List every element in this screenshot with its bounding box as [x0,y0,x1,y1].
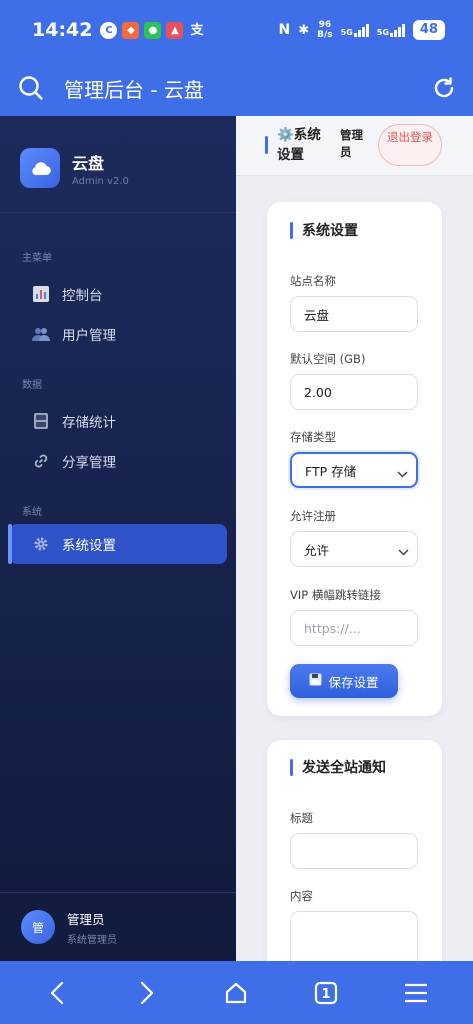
signal-icon: 5G [377,23,405,37]
section-label: 系统 [22,507,42,518]
active-indicator [8,524,12,564]
section-label: 数据 [22,380,42,391]
app-bar: 管理后台 - 云盘 [0,60,473,116]
settings-card: 系统设置 站点名称 云盘 默认空间 (GB) 2.00 存储类型 FTP 存储 … [267,202,442,716]
search-icon[interactable] [18,75,44,101]
admin-label: 管理员 [340,128,363,159]
card-header: 系统设置 [290,220,358,240]
main-content: ⚙️系统设置 管理员 退出登录 系统设置 站点名称 云盘 默认空间 (GB) 2… [236,116,473,961]
tabs-icon[interactable]: 1 [306,973,346,1013]
user-name: 管理员 [67,911,105,927]
content-header: ⚙️系统设置 管理员 退出登录 [236,116,473,176]
brand: 云盘 Admin v2.0 [0,116,236,198]
refresh-icon[interactable] [431,75,457,101]
status-bar: 14:42 C ◆ ● ▲ 支 N ✱ 96 B/s 5G 5G 48 [0,0,473,60]
page-title: 管理后台 - 云盘 [64,77,204,102]
vip-link-input[interactable]: https://... [290,610,418,646]
gear-icon [32,535,50,553]
save-settings-button[interactable]: 保存设置 [290,664,398,698]
brand-name: 云盘 [72,153,105,173]
vip-link-label: VIP 横幅跳转链接 [290,588,381,602]
notify-title-label: 标题 [290,811,313,825]
title-accent [265,136,268,154]
net-speed: 96 B/s [317,20,333,40]
signal-icon: 5G [341,23,369,37]
browser-bottom-nav: 1 [0,961,473,1024]
notify-content-textarea[interactable] [290,911,418,961]
card-title: 发送全站通知 [302,760,386,776]
cloud-icon [20,148,60,188]
logout-button[interactable]: 退出登录 [378,124,442,166]
app-notification-icon: ▲ [166,21,184,39]
brand-version: Admin v2.0 [72,175,129,187]
bluetooth-icon: ✱ [298,22,310,38]
section-label: 主菜单 [22,253,52,264]
floppy-icon [309,673,322,689]
notify-content-label: 内容 [290,889,313,903]
status-indicators: N ✱ 96 B/s 5G 5G 48 [278,20,445,40]
sidebar-item-settings[interactable]: 系统设置 [8,524,227,564]
sidebar-item-share[interactable]: 分享管理 [0,441,236,481]
status-time: 14:42 [32,19,93,41]
status-app-icons: C ◆ ● ▲ 支 [100,21,205,39]
sidebar-item-users[interactable]: 用户管理 [0,314,236,354]
card-title: 系统设置 [302,223,358,239]
card-header: 发送全站通知 [290,757,386,777]
back-icon[interactable] [37,973,77,1013]
default-space-input[interactable]: 2.00 [290,374,418,410]
storage-icon [32,412,50,430]
menu-icon[interactable] [396,973,436,1013]
avatar[interactable]: 管 [21,910,55,944]
app-notification-icon: ◆ [122,21,140,39]
nfc-icon: N [278,22,291,38]
notify-card: 发送全站通知 标题 内容 [267,740,442,961]
app-notification-icon: C [100,21,118,39]
chart-icon [32,285,50,303]
default-space-label: 默认空间 (GB) [290,352,366,366]
alipay-icon: 支 [190,22,204,38]
sidebar-item-dashboard[interactable]: 控制台 [0,274,236,314]
link-icon [32,452,50,470]
svg-text:1: 1 [322,987,331,1002]
content-title: ⚙️系统设置 [277,127,321,163]
allow-register-label: 允许注册 [290,509,336,523]
allow-register-select[interactable]: 允许 [290,531,418,567]
home-icon[interactable] [216,973,256,1013]
users-icon [32,325,50,343]
wechat-icon: ● [144,21,162,39]
notify-title-input[interactable] [290,833,418,869]
site-name-input[interactable]: 云盘 [290,296,418,332]
chevron-down-icon [398,544,409,559]
site-name-label: 站点名称 [290,274,336,288]
chevron-down-icon [397,466,408,481]
user-role: 系统管理员 [67,934,117,946]
forward-icon[interactable] [127,973,167,1013]
storage-type-label: 存储类型 [290,430,336,444]
sidebar-footer: 管 管理员 系统管理员 [0,892,236,961]
storage-type-select[interactable]: FTP 存储 [290,452,418,488]
sidebar-item-storage[interactable]: 存储统计 [0,401,236,441]
sidebar: 云盘 Admin v2.0 主菜单 控制台 用户管理 数据 存储统计 分享管理 … [0,116,236,961]
battery-icon: 48 [412,20,445,40]
